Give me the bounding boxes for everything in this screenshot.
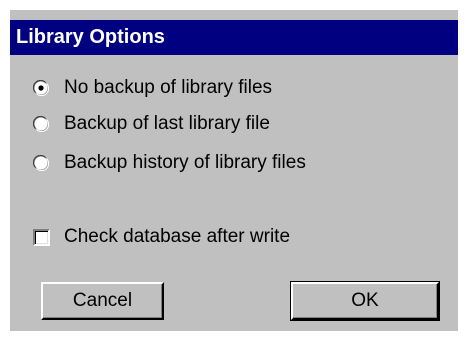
ok-button[interactable]: OK <box>290 281 440 321</box>
radio-option-backup-last[interactable]: Backup of last library file <box>33 110 270 138</box>
dialog-title-bar: Library Options <box>10 20 458 55</box>
radio-option-label: Backup of last library file <box>64 113 270 134</box>
radio-option-no-backup[interactable]: No backup of library files <box>33 74 272 102</box>
radio-button-icon[interactable] <box>33 155 49 171</box>
radio-button-icon[interactable] <box>33 80 49 96</box>
check-database-label: Check database after write <box>64 226 291 247</box>
library-options-dialog: Library Options No backup of library fil… <box>10 10 458 331</box>
cancel-button-label: Cancel <box>72 290 133 311</box>
radio-option-label: No backup of library files <box>64 77 273 98</box>
check-database-option[interactable]: Check database after write <box>33 223 290 251</box>
radio-option-backup-history[interactable]: Backup history of library files <box>33 149 306 177</box>
cancel-button[interactable]: Cancel <box>41 282 164 320</box>
checkbox-icon[interactable] <box>33 228 50 246</box>
radio-option-label: Backup history of library files <box>64 152 306 173</box>
radio-button-icon[interactable] <box>33 116 49 132</box>
ok-button-label: OK <box>351 290 379 311</box>
dialog-title: Library Options <box>16 26 165 48</box>
